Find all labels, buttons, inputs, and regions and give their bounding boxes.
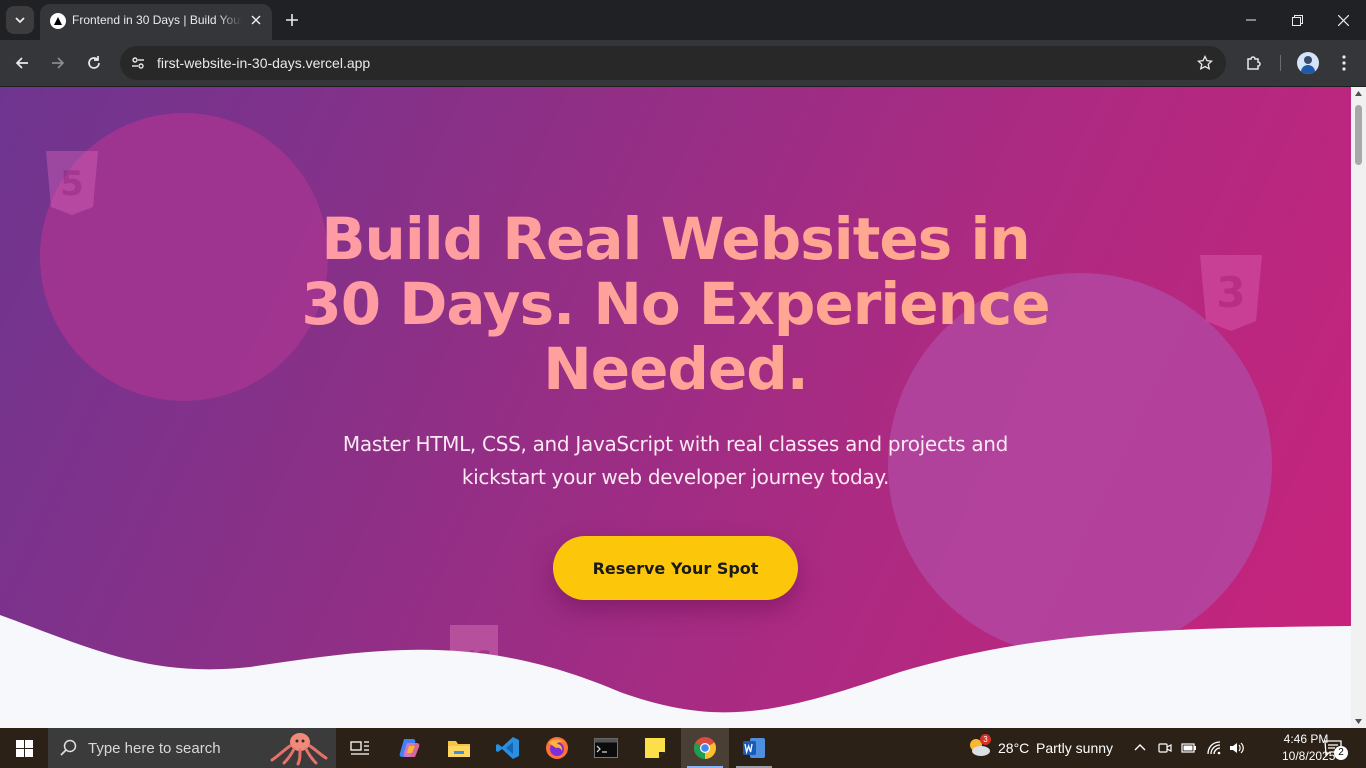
- windows-taskbar: Type here to search 3 28°C Partly sunny …: [0, 728, 1366, 768]
- kebab-menu-icon: [1342, 55, 1346, 71]
- chrome-icon: [694, 737, 716, 759]
- close-icon: [1337, 14, 1349, 26]
- bookmark-star-icon[interactable]: [1194, 52, 1216, 74]
- task-view-button[interactable]: [336, 728, 384, 768]
- minimize-button[interactable]: [1228, 0, 1274, 40]
- forward-button[interactable]: [44, 49, 72, 77]
- weather-temperature: 28°C: [998, 740, 1030, 756]
- scroll-thumb[interactable]: [1355, 105, 1362, 165]
- firefox-icon: [546, 737, 568, 759]
- tab-search-button[interactable]: [6, 6, 34, 34]
- new-tab-button[interactable]: [280, 8, 304, 32]
- extensions-button[interactable]: [1240, 49, 1268, 77]
- terminal-app[interactable]: [582, 728, 630, 768]
- restore-button[interactable]: [1274, 0, 1320, 40]
- weather-alert-badge: 3: [980, 734, 991, 745]
- profile-avatar[interactable]: [1297, 52, 1319, 74]
- tab-title: Frontend in 30 Days | Build Your: [72, 13, 242, 27]
- tab-strip: Frontend in 30 Days | Build Your: [0, 0, 1366, 40]
- arrow-right-icon: [52, 57, 65, 69]
- sticky-notes-app[interactable]: [631, 728, 679, 768]
- svg-text:5: 5: [60, 164, 84, 204]
- word-app[interactable]: [730, 728, 778, 768]
- site-favicon-icon: [50, 13, 66, 29]
- arrow-left-icon: [15, 57, 28, 69]
- sticky-note-icon: [645, 738, 665, 758]
- scroll-up-arrow-icon[interactable]: [1355, 91, 1362, 96]
- browser-tab[interactable]: Frontend in 30 Days | Build Your: [40, 4, 272, 40]
- volume-icon[interactable]: [1229, 740, 1245, 756]
- browser-menu-button[interactable]: [1330, 49, 1358, 77]
- notification-count-badge: 2: [1334, 746, 1348, 760]
- start-button[interactable]: [0, 728, 48, 768]
- copilot-icon: [399, 739, 420, 757]
- close-tab-icon[interactable]: [248, 12, 264, 28]
- wave-divider: [0, 615, 1351, 728]
- terminal-icon: [594, 738, 618, 758]
- hero-content: Build Real Websites in 30 Days. No Exper…: [0, 207, 1351, 494]
- octopus-illustration-icon: [270, 733, 328, 766]
- hero-section: 5 3 JS Build Real Websites in 30 Days. N…: [0, 87, 1351, 728]
- chrome-app[interactable]: [681, 728, 729, 768]
- word-icon: [743, 738, 765, 758]
- wifi-icon[interactable]: [1206, 740, 1222, 756]
- copilot-app[interactable]: [386, 728, 434, 768]
- puzzle-icon: [1247, 56, 1261, 70]
- task-view-icon: [350, 741, 369, 755]
- folder-icon: [448, 741, 470, 757]
- battery-icon[interactable]: [1181, 741, 1197, 755]
- windows-logo-icon: [15, 739, 33, 757]
- taskbar-search-box[interactable]: Type here to search: [48, 728, 336, 768]
- scroll-down-arrow-icon[interactable]: [1355, 719, 1362, 724]
- plus-icon: [286, 14, 298, 26]
- vscode-app[interactable]: [484, 728, 532, 768]
- page-scrollbar[interactable]: [1351, 87, 1366, 728]
- site-info-icon[interactable]: [126, 51, 150, 75]
- firefox-app[interactable]: [533, 728, 581, 768]
- search-placeholder: Type here to search: [88, 740, 221, 757]
- hero-headline: Build Real Websites in 30 Days. No Exper…: [276, 207, 1076, 402]
- url-text[interactable]: first-website-in-30-days.vercel.app: [157, 55, 370, 71]
- search-icon: [60, 739, 77, 756]
- chevron-down-icon: [15, 17, 25, 24]
- file-explorer-app[interactable]: [435, 728, 483, 768]
- browser-toolbar: first-website-in-30-days.vercel.app: [0, 40, 1366, 87]
- toolbar-divider: [1280, 55, 1281, 71]
- close-window-button[interactable]: [1320, 0, 1366, 40]
- minimize-icon: [1246, 19, 1256, 21]
- reload-button[interactable]: [80, 49, 108, 77]
- restore-icon: [1291, 14, 1303, 26]
- address-bar[interactable]: first-website-in-30-days.vercel.app: [120, 46, 1226, 80]
- hero-subtext: Master HTML, CSS, and JavaScript with re…: [342, 432, 1009, 489]
- weather-widget[interactable]: 3 28°C Partly sunny: [962, 728, 1120, 768]
- show-hidden-icons-chevron-icon[interactable]: [1134, 742, 1146, 752]
- meet-now-icon[interactable]: [1158, 741, 1172, 755]
- weather-condition: Partly sunny: [1036, 740, 1114, 756]
- vscode-icon: [496, 737, 519, 759]
- back-button[interactable]: [8, 49, 36, 77]
- notification-center-button[interactable]: 2: [1320, 736, 1348, 762]
- reload-icon: [88, 56, 100, 69]
